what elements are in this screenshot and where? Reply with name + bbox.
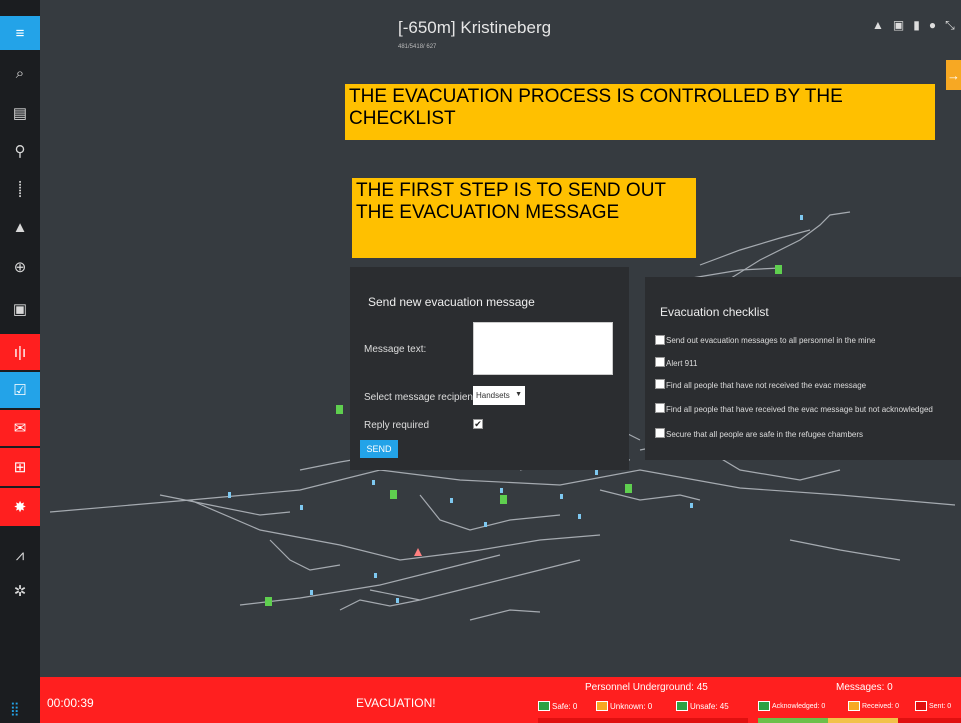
mail-received-icon xyxy=(848,701,860,711)
emergency-icon[interactable]: ⊞ xyxy=(0,448,40,486)
message-text-label: Message text: xyxy=(364,344,427,355)
people-unknown-icon xyxy=(596,701,608,711)
recipients-select[interactable]: Handsets ▼ xyxy=(473,386,525,405)
send-button[interactable]: SEND xyxy=(360,440,398,458)
warning-icon[interactable]: ▲ xyxy=(872,18,884,33)
route-icon[interactable]: ⸽ xyxy=(0,172,40,206)
grid-icon[interactable]: ⣿ xyxy=(10,701,20,717)
annotation-note-checklist: THE EVACUATION PROCESS IS CONTROLLED BY … xyxy=(345,84,935,140)
location-pin-icon[interactable]: ⚲ xyxy=(0,134,40,168)
chevron-down-icon: ▼ xyxy=(515,391,522,398)
page-subtitle: 481/5418/ 627 xyxy=(398,44,437,50)
sidebar: ≡ ⌕ ▤ ⚲ ⸽ ▲ ⊕ ▣ ı|ı ☑ ✉ ⊞ ✸ ⩘ ✲ ⣿ xyxy=(0,0,40,723)
map-image-icon[interactable]: ▣ xyxy=(893,18,904,33)
reply-required-label: Reply required xyxy=(364,420,430,431)
unsafe-count: Unsafe: 45 xyxy=(676,701,729,711)
checklist-item-label: Send out evacuation messages to all pers… xyxy=(666,336,876,345)
people-alert-icon[interactable]: ✸ xyxy=(0,488,40,526)
evacuation-checklist-title: Evacuation checklist xyxy=(660,305,769,319)
recipients-label: Select message recipients: xyxy=(364,392,484,403)
checklist-item-label: Find all people that have received the e… xyxy=(666,405,933,414)
evacuation-message-title: Send new evacuation message xyxy=(368,295,535,309)
settings-icon[interactable]: ✲ xyxy=(0,574,40,608)
evacuation-timer: 00:00:39 xyxy=(47,696,94,710)
people-unsafe-icon xyxy=(676,701,688,711)
checklist-checkbox-3[interactable] xyxy=(655,379,665,389)
safe-count: Safe: 0 xyxy=(538,701,577,711)
message-status-bar-received xyxy=(828,718,898,723)
message-status-bar-acknowledged xyxy=(758,718,828,723)
expand-panel-arrow-icon[interactable]: → xyxy=(946,60,961,90)
safe-count-text: Safe: 0 xyxy=(552,701,578,711)
mail-acknowledged-icon xyxy=(758,701,770,711)
globe-icon[interactable]: ⊕ xyxy=(0,250,40,284)
fullscreen-icon[interactable]: ⤡ xyxy=(945,18,955,33)
checklist-item-label: Alert 911 xyxy=(666,359,698,368)
received-count: Received: 0 xyxy=(848,701,899,711)
reply-required-checkbox[interactable]: ✔ xyxy=(473,419,483,429)
messages-count: Messages: 0 xyxy=(836,682,893,693)
message-status-bar-sent xyxy=(898,718,961,723)
checklist-icon[interactable]: ☑ xyxy=(0,372,40,408)
annotation-note-first-step: THE FIRST STEP IS TO SEND OUT THE EVACUA… xyxy=(352,178,696,258)
received-count-text: Received: 0 xyxy=(862,702,899,710)
sent-count: Sent: 0 xyxy=(915,701,951,711)
unknown-count-text: Unknown: 0 xyxy=(610,701,653,711)
personnel-underground-count: Personnel Underground: 45 xyxy=(585,682,708,693)
personnel-status-bar xyxy=(538,718,748,723)
acknowledged-count: Acknowledged: 0 xyxy=(758,701,825,711)
message-text-input[interactable] xyxy=(473,322,613,375)
people-safe-icon xyxy=(538,701,550,711)
recipients-select-value: Handsets xyxy=(476,391,510,400)
unsafe-count-text: Unsafe: 45 xyxy=(690,701,729,711)
checklist-item-label: Find all people that have not received t… xyxy=(666,381,867,390)
map-image-icon[interactable]: ▣ xyxy=(0,292,40,326)
mail-icon[interactable]: ✉ xyxy=(0,410,40,446)
checklist-checkbox-4[interactable] xyxy=(655,403,665,413)
menu-icon[interactable]: ≡ xyxy=(0,16,40,50)
document-icon[interactable]: ▤ xyxy=(0,96,40,130)
lamp-icon[interactable]: ▮ xyxy=(913,18,920,33)
radio-icon[interactable]: ● xyxy=(929,18,936,33)
checklist-checkbox-5[interactable] xyxy=(655,428,665,438)
page-title: [-650m] Kristineberg xyxy=(398,18,552,37)
acknowledged-count-text: Acknowledged: 0 xyxy=(772,702,826,710)
mail-sent-icon xyxy=(915,701,927,711)
status-bar xyxy=(40,677,961,723)
checklist-checkbox-1[interactable] xyxy=(655,335,665,345)
alarm-signal-icon[interactable]: ı|ı xyxy=(0,334,40,370)
warning-icon[interactable]: ▲ xyxy=(0,210,40,244)
checklist-checkbox-2[interactable] xyxy=(655,357,665,367)
unknown-count: Unknown: 0 xyxy=(596,701,652,711)
top-right-toolbar: ▲ ▣ ▮ ● ⤡ xyxy=(872,18,955,33)
evacuation-mode-label: EVACUATION! xyxy=(356,696,436,710)
search-icon[interactable]: ⌕ xyxy=(0,56,40,90)
sent-count-text: Sent: 0 xyxy=(929,702,952,710)
statistics-icon[interactable]: ⩘ xyxy=(0,538,40,572)
checklist-item-label: Secure that all people are safe in the r… xyxy=(666,430,864,439)
